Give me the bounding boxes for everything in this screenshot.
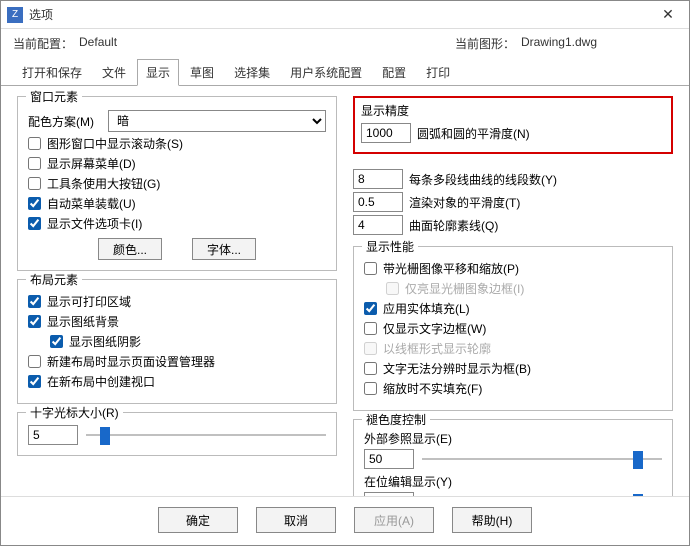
auto-menu-load-label: 自动菜单装载(U) — [47, 195, 136, 212]
new-layout-page-setup-checkbox[interactable] — [28, 355, 41, 368]
tab-open-save[interactable]: 打开和保存 — [13, 59, 91, 86]
xref-display-slider[interactable] — [422, 450, 662, 468]
ok-button[interactable]: 确定 — [158, 507, 238, 533]
xref-display-label: 外部参照显示(E) — [364, 430, 662, 447]
show-text-boundary-label: 仅显示文字边框(W) — [383, 320, 486, 337]
footer: 确定 取消 应用(A) 帮助(H) — [1, 496, 689, 545]
polyline-segments-input[interactable] — [353, 169, 403, 189]
new-layout-page-setup-label: 新建布局时显示页面设置管理器 — [47, 353, 215, 370]
fade-control-title: 褪色度控制 — [362, 411, 430, 428]
no-realtime-fill-label: 缩放时不实填充(F) — [383, 380, 482, 397]
display-precision-title: 显示精度 — [361, 102, 665, 119]
polyline-segments-label: 每条多段线曲线的线段数(Y) — [409, 171, 557, 188]
fade-control-group: 褪色度控制 外部参照显示(E) 在位编辑显示(Y) — [353, 419, 673, 496]
color-scheme-label: 配色方案(M) — [28, 113, 94, 130]
tab-drafting[interactable]: 草图 — [181, 59, 223, 86]
text-as-box-label: 文字无法分辨时显示为框(B) — [383, 360, 531, 377]
tab-plot[interactable]: 打印 — [417, 59, 459, 86]
tab-display[interactable]: 显示 — [137, 59, 179, 86]
apply-solid-fill-checkbox[interactable] — [364, 302, 377, 315]
wireframe-silhouettes-label: 以线框形式显示轮廓 — [383, 340, 491, 357]
highlight-raster-frame-checkbox — [386, 282, 399, 295]
pan-zoom-raster-checkbox[interactable] — [364, 262, 377, 275]
text-as-box-checkbox[interactable] — [364, 362, 377, 375]
window-elements-title: 窗口元素 — [26, 88, 82, 105]
layout-elements-title: 布局元素 — [26, 271, 82, 288]
large-buttons-label: 工具条使用大按钮(G) — [47, 175, 160, 192]
tab-user-prefs[interactable]: 用户系统配置 — [281, 59, 371, 86]
show-scrollbars-label: 图形窗口中显示滚动条(S) — [47, 135, 183, 152]
inplace-edit-label: 在位编辑显示(Y) — [364, 473, 662, 490]
show-paper-background-label: 显示图纸背景 — [47, 313, 119, 330]
show-printable-area-label: 显示可打印区域 — [47, 293, 131, 310]
show-scrollbars-checkbox[interactable] — [28, 137, 41, 150]
highlight-raster-frame-label: 仅亮显光栅图象边框(I) — [405, 280, 524, 297]
left-column: 窗口元素 配色方案(M) 暗 图形窗口中显示滚动条(S) 显示屏幕菜单(D) 工… — [17, 96, 337, 486]
xref-display-input[interactable] — [364, 449, 414, 469]
crosshair-size-input[interactable] — [28, 425, 78, 445]
fonts-button[interactable]: 字体... — [192, 238, 256, 260]
tabs: 打开和保存 文件 显示 草图 选择集 用户系统配置 配置 打印 — [1, 54, 689, 86]
app-icon: Z — [7, 7, 23, 23]
crosshair-slider[interactable] — [86, 426, 326, 444]
close-icon[interactable]: ✕ — [653, 4, 683, 26]
window-elements-group: 窗口元素 配色方案(M) 暗 图形窗口中显示滚动条(S) 显示屏幕菜单(D) 工… — [17, 96, 337, 271]
show-paper-shadow-checkbox[interactable] — [50, 335, 63, 348]
inplace-edit-slider[interactable] — [422, 493, 662, 496]
color-scheme-select[interactable]: 暗 — [108, 110, 326, 132]
crosshair-group: 十字光标大小(R) — [17, 412, 337, 456]
right-column: 显示精度 圆弧和圆的平滑度(N) 每条多段线曲线的线段数(Y) 渲染对象的平滑度… — [353, 96, 673, 486]
header-info: 当前配置： Default 当前图形： Drawing1.dwg — [1, 29, 689, 54]
wireframe-silhouettes-checkbox — [364, 342, 377, 355]
current-profile-label: 当前配置： — [13, 35, 73, 52]
show-text-boundary-checkbox[interactable] — [364, 322, 377, 335]
contour-lines-label: 曲面轮廓素线(Q) — [409, 217, 498, 234]
contour-lines-input[interactable] — [353, 215, 403, 235]
show-paper-shadow-label: 显示图纸阴影 — [69, 333, 141, 350]
show-file-tabs-checkbox[interactable] — [28, 217, 41, 230]
window-title: 选项 — [29, 6, 653, 23]
tab-selection[interactable]: 选择集 — [225, 59, 279, 86]
show-paper-background-checkbox[interactable] — [28, 315, 41, 328]
pan-zoom-raster-label: 带光栅图像平移和缩放(P) — [383, 260, 519, 277]
large-buttons-checkbox[interactable] — [28, 177, 41, 190]
titlebar: Z 选项 ✕ — [1, 1, 689, 29]
arc-smoothness-input[interactable] — [361, 123, 411, 143]
layout-elements-group: 布局元素 显示可打印区域 显示图纸背景 显示图纸阴影 新建布局时显示页面设置管理… — [17, 279, 337, 404]
cancel-button[interactable]: 取消 — [256, 507, 336, 533]
tab-files[interactable]: 文件 — [93, 59, 135, 86]
no-realtime-fill-checkbox[interactable] — [364, 382, 377, 395]
show-printable-area-checkbox[interactable] — [28, 295, 41, 308]
tab-profiles[interactable]: 配置 — [373, 59, 415, 86]
show-screen-menu-label: 显示屏幕菜单(D) — [47, 155, 136, 172]
render-smoothness-input[interactable] — [353, 192, 403, 212]
create-viewport-checkbox[interactable] — [28, 375, 41, 388]
render-smoothness-label: 渲染对象的平滑度(T) — [409, 194, 520, 211]
display-precision-highlight: 显示精度 圆弧和圆的平滑度(N) — [353, 96, 673, 154]
show-file-tabs-label: 显示文件选项卡(I) — [47, 215, 142, 232]
auto-menu-load-checkbox[interactable] — [28, 197, 41, 210]
current-drawing-label: 当前图形： — [455, 35, 515, 52]
content: 窗口元素 配色方案(M) 暗 图形窗口中显示滚动条(S) 显示屏幕菜单(D) 工… — [1, 86, 689, 496]
arc-smoothness-label: 圆弧和圆的平滑度(N) — [417, 125, 530, 142]
options-dialog: Z 选项 ✕ 当前配置： Default 当前图形： Drawing1.dwg … — [0, 0, 690, 546]
help-button[interactable]: 帮助(H) — [452, 507, 532, 533]
inplace-edit-input[interactable] — [364, 492, 414, 496]
current-profile-value: Default — [79, 35, 117, 52]
display-performance-title: 显示性能 — [362, 238, 418, 255]
create-viewport-label: 在新布局中创建视口 — [47, 373, 155, 390]
show-screen-menu-checkbox[interactable] — [28, 157, 41, 170]
colors-button[interactable]: 颜色... — [98, 238, 162, 260]
apply-solid-fill-label: 应用实体填充(L) — [383, 300, 470, 317]
apply-button[interactable]: 应用(A) — [354, 507, 434, 533]
crosshair-title: 十字光标大小(R) — [26, 404, 123, 421]
display-performance-group: 显示性能 带光栅图像平移和缩放(P) 仅亮显光栅图象边框(I) 应用实体填充(L… — [353, 246, 673, 411]
current-drawing-value: Drawing1.dwg — [521, 35, 597, 52]
